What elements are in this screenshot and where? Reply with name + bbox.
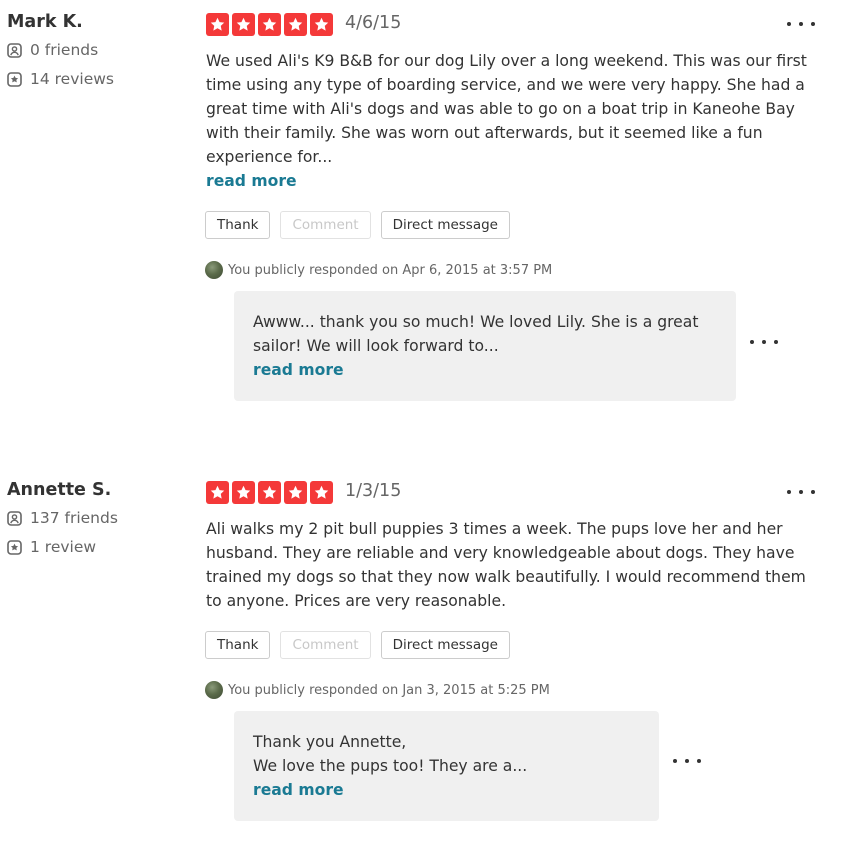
review-body: We used Ali's K9 B&B for our dog Lily ov…	[206, 52, 807, 166]
responded-label: You publicly responded on Jan 3, 2015 at…	[228, 682, 550, 698]
friends-label: 0 friends	[30, 41, 99, 59]
read-more-link[interactable]: read more	[253, 778, 640, 802]
review-star-icon	[7, 539, 22, 555]
review-date: 4/6/15	[345, 13, 402, 33]
review-body: Ali walks my 2 pit bull puppies 3 times …	[206, 520, 806, 610]
review-text: We used Ali's K9 B&B for our dog Lily ov…	[206, 49, 816, 193]
comment-button[interactable]: Comment	[280, 211, 371, 239]
star-icon	[232, 13, 255, 36]
review-date: 1/3/15	[345, 481, 402, 501]
review-text: Ali walks my 2 pit bull puppies 3 times …	[206, 517, 816, 613]
reviews-label: 14 reviews	[30, 70, 114, 88]
star-rating	[206, 481, 333, 504]
read-more-link[interactable]: read more	[253, 358, 717, 382]
friends-icon	[7, 42, 22, 58]
comment-button[interactable]: Comment	[280, 631, 371, 659]
review-actions: Thank Comment Direct message	[205, 211, 510, 239]
friends-count: 0 friends	[7, 41, 98, 59]
star-icon	[206, 13, 229, 36]
reviews-count: 14 reviews	[7, 70, 114, 88]
star-icon	[232, 481, 255, 504]
owner-response: Awww... thank you so much! We loved Lily…	[234, 291, 736, 401]
star-icon	[284, 13, 307, 36]
owner-response-meta: You publicly responded on Apr 6, 2015 at…	[205, 261, 552, 279]
friends-label: 137 friends	[30, 509, 118, 527]
response-text: We love the pups too! They are a...	[253, 757, 528, 775]
user-name[interactable]: Annette S.	[7, 480, 111, 500]
user-name[interactable]: Mark K.	[7, 12, 83, 32]
more-options-icon[interactable]	[673, 756, 701, 766]
more-options-icon[interactable]	[787, 19, 815, 29]
thank-button[interactable]: Thank	[205, 631, 271, 659]
response-text: Thank you Annette,	[253, 733, 407, 751]
star-icon	[310, 13, 333, 36]
more-options-icon[interactable]	[787, 487, 815, 497]
star-icon	[258, 481, 281, 504]
star-rating	[206, 13, 333, 36]
review-star-icon	[7, 71, 22, 87]
owner-response: Thank you Annette, We love the pups too!…	[234, 711, 659, 821]
response-text: Awww... thank you so much! We loved Lily…	[253, 313, 699, 355]
avatar	[205, 261, 223, 279]
responded-label: You publicly responded on Apr 6, 2015 at…	[228, 262, 553, 278]
friends-icon	[7, 510, 22, 526]
star-icon	[206, 481, 229, 504]
owner-response-meta: You publicly responded on Jan 3, 2015 at…	[205, 681, 550, 699]
more-options-icon[interactable]	[750, 337, 778, 347]
reviews-count: 1 review	[7, 538, 96, 556]
direct-message-button[interactable]: Direct message	[380, 631, 510, 659]
review-actions: Thank Comment Direct message	[205, 631, 510, 659]
avatar	[205, 681, 223, 699]
read-more-link[interactable]: read more	[206, 169, 816, 193]
star-icon	[310, 481, 333, 504]
friends-count: 137 friends	[7, 509, 118, 527]
star-icon	[258, 13, 281, 36]
star-icon	[284, 481, 307, 504]
thank-button[interactable]: Thank	[205, 211, 271, 239]
direct-message-button[interactable]: Direct message	[380, 211, 510, 239]
reviews-label: 1 review	[30, 538, 97, 556]
